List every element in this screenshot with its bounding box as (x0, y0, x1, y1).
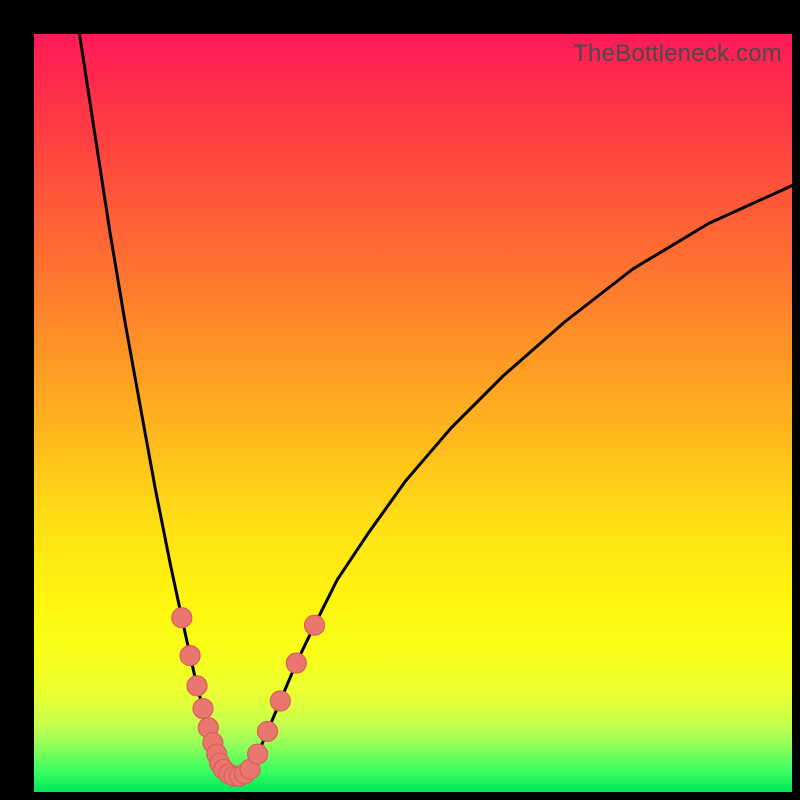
marker-dot (286, 653, 306, 673)
marker-dot (258, 721, 278, 741)
marker-dot (172, 608, 192, 628)
marker-dot (193, 699, 213, 719)
marker-dot (180, 646, 200, 666)
plot-area: TheBottleneck.com (34, 34, 792, 792)
marker-dot (270, 691, 290, 711)
curve-svg (34, 34, 792, 792)
marker-dot (305, 615, 325, 635)
chart-frame: TheBottleneck.com (0, 0, 800, 800)
marker-dot (248, 744, 268, 764)
marker-group (172, 608, 325, 786)
marker-dot (187, 676, 207, 696)
